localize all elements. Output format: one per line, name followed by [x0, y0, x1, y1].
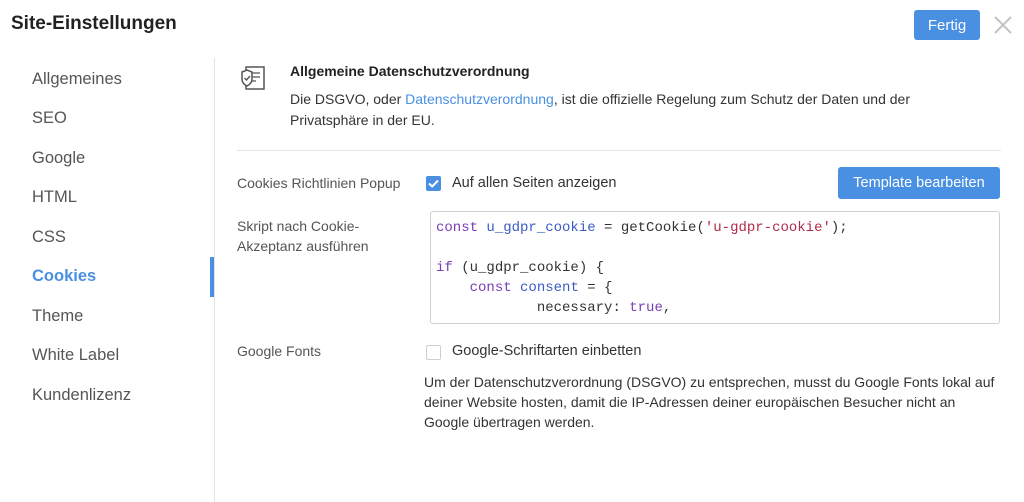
code-string: 'u-gdpr-cookie'	[704, 220, 831, 236]
sidebar-item-css[interactable]: CSS	[32, 228, 66, 247]
code-line-3: if (u_gdpr_cookie) {	[436, 258, 999, 278]
sidebar-item-html[interactable]: HTML	[32, 188, 77, 207]
gdpr-description: Die DSGVO, oder Datenschutzverordnung, i…	[290, 89, 910, 131]
code-variable: consent	[520, 280, 579, 296]
google-fonts-checkbox-label[interactable]: Google-Schriftarten einbetten	[452, 343, 641, 359]
sidebar-item-allgemeines[interactable]: Allgemeines	[32, 70, 122, 89]
code-keyword: if	[436, 260, 453, 276]
cookies-popup-checkbox-label[interactable]: Auf allen Seiten anzeigen	[452, 175, 616, 191]
script-code-editor[interactable]: const u_gdpr_cookie = getCookie('u-gdpr-…	[430, 211, 1000, 324]
code-keyword: true	[629, 300, 663, 316]
code-text: );	[830, 220, 848, 236]
shield-document-icon	[238, 62, 272, 96]
active-nav-indicator	[210, 257, 214, 297]
gdpr-link[interactable]: Datenschutzverordnung	[405, 91, 554, 107]
code-text: (u_gdpr_cookie) {	[452, 260, 605, 276]
gdpr-desc-before: Die DSGVO, oder	[290, 91, 406, 107]
google-fonts-label: Google Fonts	[237, 343, 322, 359]
sidebar-item-kundenlizenz[interactable]: Kundenlizenz	[32, 386, 131, 405]
code-text: ,	[662, 300, 672, 316]
sidebar-item-google[interactable]: Google	[32, 149, 85, 168]
code-line-4: const consent = {	[436, 278, 999, 298]
sidebar-item-white-label[interactable]: White Label	[32, 346, 119, 365]
google-fonts-checkbox[interactable]	[426, 345, 441, 360]
divider	[237, 150, 1001, 151]
code-text: = getCookie(	[595, 220, 705, 236]
sidebar-item-cookies[interactable]: Cookies	[32, 267, 96, 286]
code-text: necessary:	[536, 300, 630, 316]
main-content: Allgemeine Datenschutzverordnung Die DSG…	[216, 0, 1024, 502]
sidebar-item-theme[interactable]: Theme	[32, 307, 83, 326]
google-fonts-description: Um der Datenschutzverordnung (DSGVO) zu …	[424, 374, 995, 430]
cookies-popup-checkbox[interactable]	[426, 176, 441, 191]
code-keyword: const	[436, 220, 479, 236]
cookies-popup-label: Cookies Richtlinien Popup	[237, 175, 401, 191]
checkmark-icon	[428, 179, 439, 188]
code-keyword: const	[469, 280, 512, 296]
code-text: = {	[578, 280, 613, 296]
page-title: Site-Einstellungen	[11, 13, 177, 34]
code-variable: u_gdpr_cookie	[486, 220, 596, 236]
code-line-1: const u_gdpr_cookie = getCookie('u-gdpr-…	[436, 218, 999, 238]
script-label-line1: Skript nach Cookie-	[237, 218, 360, 234]
code-line-5: necessary: true,	[436, 298, 999, 318]
edit-template-button[interactable]: Template bearbeiten	[838, 167, 1000, 199]
script-label-line2: Akzeptanz ausführen	[237, 238, 369, 254]
gdpr-title: Allgemeine Datenschutzverordnung	[290, 63, 530, 79]
sidebar-item-seo[interactable]: SEO	[32, 109, 67, 128]
